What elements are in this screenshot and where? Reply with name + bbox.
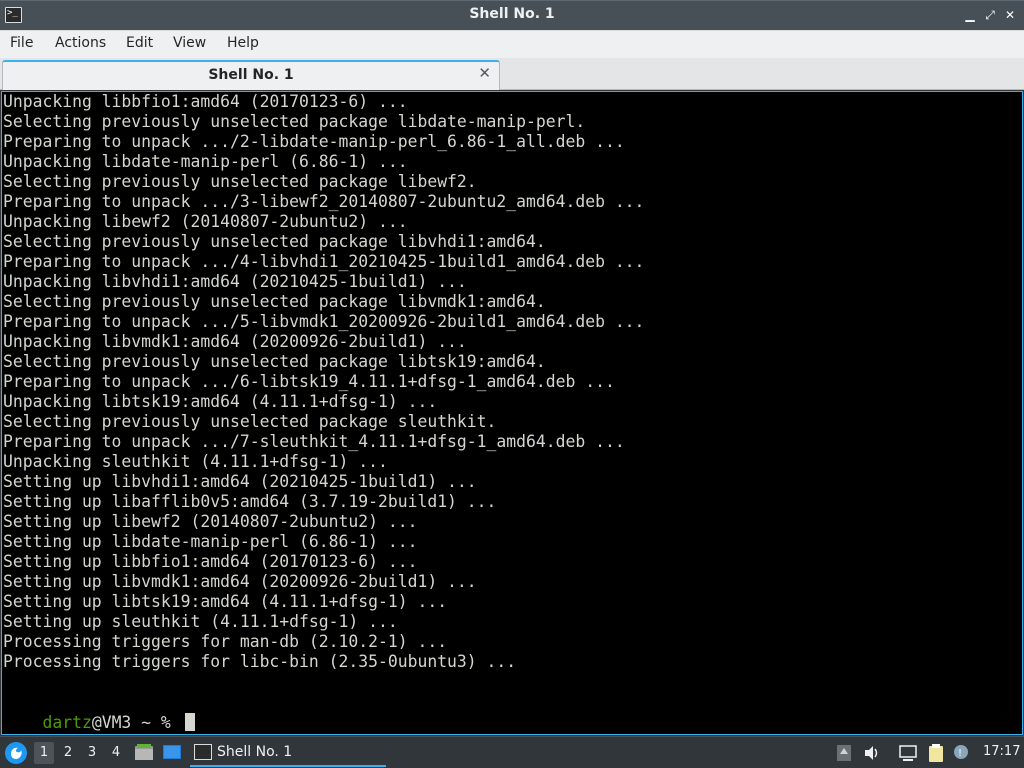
- svg-text:!: !: [958, 748, 962, 759]
- tab-shell-1[interactable]: Shell No. 1 ✕: [2, 60, 500, 90]
- terminal-line: Unpacking sleuthkit (4.11.1+dfsg-1) ...: [3, 452, 388, 471]
- terminal-line: Setting up libafflib0v5:amd64 (3.7.19-2b…: [3, 492, 497, 511]
- taskbar-window-shell[interactable]: Shell No. 1: [190, 739, 386, 767]
- menu-file[interactable]: File: [10, 35, 33, 51]
- terminal-line: Unpacking libbfio1:amd64 (20170123-6) ..…: [3, 92, 408, 111]
- terminal-line: Unpacking libewf2 (20140807-2ubuntu2) ..…: [3, 212, 408, 231]
- terminal-line: Processing triggers for man-db (2.10.2-1…: [3, 632, 448, 651]
- terminal-line: Selecting previously unselected package …: [3, 292, 546, 311]
- terminal-line: Selecting previously unselected package …: [3, 352, 546, 371]
- user-status-icon[interactable]: !: [952, 743, 972, 763]
- minimize-button[interactable]: ▁: [961, 6, 979, 24]
- prompt-user: dartz: [42, 713, 92, 732]
- workspace-4[interactable]: 4: [106, 742, 126, 764]
- terminal-line: Setting up libvmdk1:amd64 (20200926-2bui…: [3, 572, 477, 591]
- terminal-line: Selecting previously unselected package …: [3, 112, 586, 131]
- terminal-line: Setting up libbfio1:amd64 (20170123-6) .…: [3, 552, 418, 571]
- terminal-line: Setting up libdate-manip-perl (6.86-1) .…: [3, 532, 418, 551]
- menu-edit[interactable]: Edit: [126, 35, 153, 51]
- tab-close-icon[interactable]: ✕: [478, 64, 491, 82]
- terminal-line: Setting up sleuthkit (4.11.1+dfsg-1) ...: [3, 612, 398, 631]
- terminal-prompt[interactable]: dartz@VM3 ~ %: [3, 693, 195, 732]
- terminal-line: Preparing to unpack .../6-libtsk19_4.11.…: [3, 372, 615, 391]
- terminal-line: Selecting previously unselected package …: [3, 172, 477, 191]
- menu-view[interactable]: View: [173, 35, 206, 51]
- window-titlebar[interactable]: Shell No. 1 ▁ ⤢ ✕: [0, 0, 1024, 30]
- terminal-line: Preparing to unpack .../2-libdate-manip-…: [3, 132, 625, 151]
- terminal-line: Unpacking libdate-manip-perl (6.86-1) ..…: [3, 152, 408, 171]
- terminal-line: Processing triggers for libc-bin (2.35-0…: [3, 652, 517, 671]
- volume-icon[interactable]: [862, 743, 882, 763]
- tab-bar: Shell No. 1 ✕: [0, 58, 1024, 90]
- terminal-line: Selecting previously unselected package …: [3, 232, 546, 251]
- terminal-line: Preparing to unpack .../4-libvhdi1_20210…: [3, 252, 645, 271]
- close-button[interactable]: ✕: [1001, 6, 1019, 24]
- terminal-line: Selecting previously unselected package …: [3, 412, 497, 431]
- terminal-line: Unpacking libvmdk1:amd64 (20200926-2buil…: [3, 332, 467, 351]
- restore-button[interactable]: ⤢: [981, 6, 999, 24]
- clipboard-icon[interactable]: [926, 743, 946, 763]
- menu-actions[interactable]: Actions: [55, 35, 106, 51]
- terminal-line: Preparing to unpack .../3-libewf2_201408…: [3, 192, 645, 211]
- workspace-2[interactable]: 2: [58, 742, 78, 764]
- workspace-3[interactable]: 3: [82, 742, 102, 764]
- terminal-line: Setting up libtsk19:amd64 (4.11.1+dfsg-1…: [3, 592, 448, 611]
- show-desktop-icon[interactable]: [162, 742, 182, 762]
- menu-bar: File Actions Edit View Help: [0, 30, 1024, 58]
- taskbar-window-label: Shell No. 1: [217, 744, 293, 760]
- terminal-line: Preparing to unpack .../5-libvmdk1_20200…: [3, 312, 645, 331]
- terminal-task-icon: [194, 744, 212, 760]
- window-title: Shell No. 1: [469, 6, 555, 22]
- terminal-lines: Unpacking libbfio1:amd64 (20170123-6) ..…: [3, 92, 644, 672]
- tab-label: Shell No. 1: [208, 67, 294, 83]
- taskbar-clock[interactable]: 17:17: [983, 744, 1020, 759]
- prompt-host-path: @VM3 ~ %: [91, 713, 181, 732]
- terminal-line: Setting up libewf2 (20140807-2ubuntu2) .…: [3, 512, 418, 531]
- taskbar: 1 2 3 4 Shell No. 1 ! 17:17: [0, 736, 1024, 768]
- network-icon[interactable]: [898, 743, 918, 763]
- terminal-line: Unpacking libvhdi1:amd64 (20210425-1buil…: [3, 272, 467, 291]
- tray-updates-icon[interactable]: [834, 743, 854, 763]
- terminal-line: Preparing to unpack .../7-sleuthkit_4.11…: [3, 432, 625, 451]
- terminal-output[interactable]: Unpacking libbfio1:amd64 (20170123-6) ..…: [1, 91, 1023, 735]
- workspace-1[interactable]: 1: [34, 742, 54, 764]
- menu-help[interactable]: Help: [227, 35, 259, 51]
- start-menu-icon[interactable]: [4, 741, 28, 765]
- file-manager-icon[interactable]: [134, 742, 154, 762]
- text-cursor: [184, 713, 195, 731]
- terminal-line: Unpacking libtsk19:amd64 (4.11.1+dfsg-1)…: [3, 392, 438, 411]
- terminal-line: Setting up libvhdi1:amd64 (20210425-1bui…: [3, 472, 477, 491]
